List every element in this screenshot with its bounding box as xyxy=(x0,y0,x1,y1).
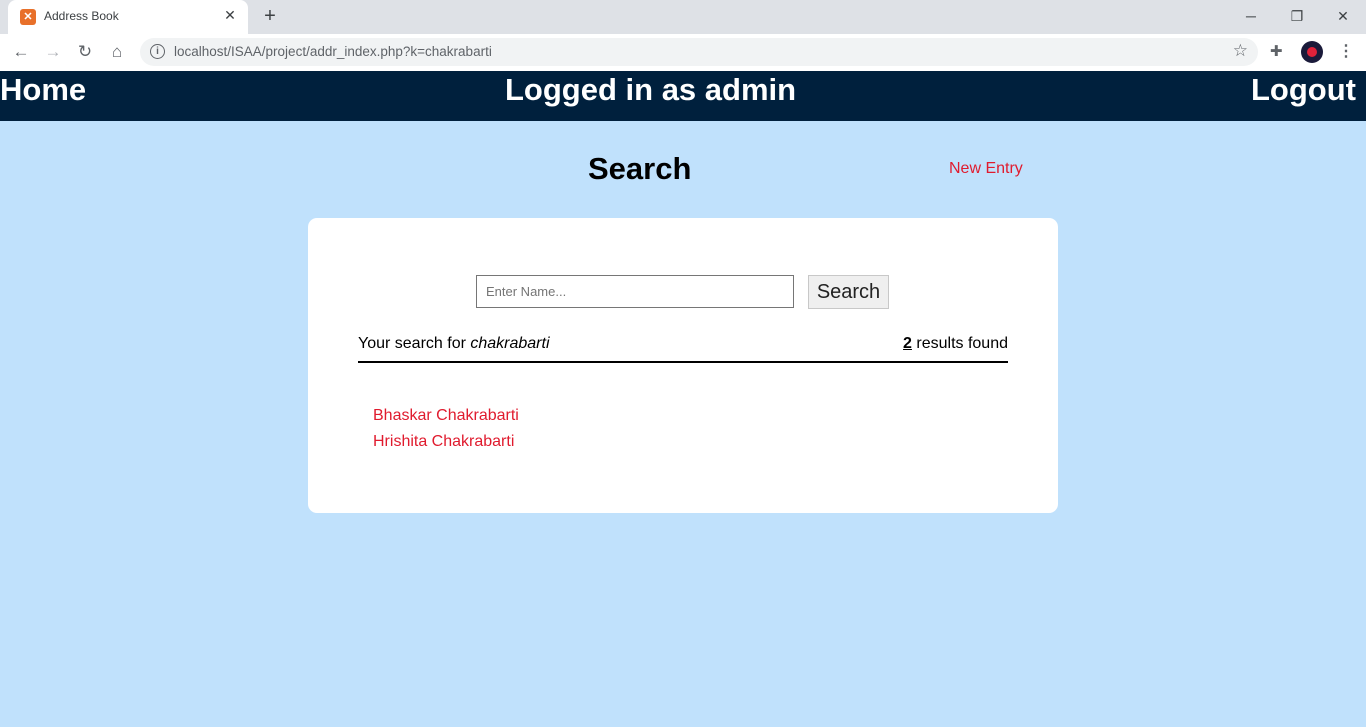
browser-menu-icon[interactable]: ⋮ xyxy=(1338,41,1354,61)
forward-icon[interactable]: → xyxy=(43,42,63,62)
site-navbar: Home Logged in as admin Logout xyxy=(0,71,1366,121)
browser-toolbar: ← → ↻ ⌂ i localhost/ISAA/project/addr_in… xyxy=(0,34,1366,71)
profile-avatar[interactable] xyxy=(1301,41,1323,63)
tab-title: Address Book xyxy=(44,9,119,23)
close-tab-icon[interactable]: ✕ xyxy=(222,7,238,23)
search-input[interactable] xyxy=(476,275,794,308)
page-title: Search xyxy=(588,151,692,186)
reload-icon[interactable]: ↻ xyxy=(75,42,95,62)
address-bar[interactable]: i localhost/ISAA/project/addr_index.php?… xyxy=(140,38,1258,66)
new-tab-icon[interactable]: + xyxy=(260,6,280,26)
results-count: 2 xyxy=(903,335,912,352)
result-link[interactable]: Hrishita Chakrabarti xyxy=(373,429,519,455)
browser-tab-bar: ✕ Address Book ✕ + ─ ❐ ✕ xyxy=(0,0,1366,34)
results-count-summary: 2 results found xyxy=(903,335,1008,353)
summary-prefix: Your search for xyxy=(358,335,471,352)
bookmark-star-icon[interactable]: ☆ xyxy=(1233,41,1248,61)
xampp-favicon-icon: ✕ xyxy=(20,9,36,25)
results-list: Bhaskar Chakrabarti Hrishita Chakrabarti xyxy=(373,403,519,455)
search-button[interactable]: Search xyxy=(808,275,889,309)
nav-home-link[interactable]: Home xyxy=(0,72,86,108)
new-entry-link[interactable]: New Entry xyxy=(949,160,1023,178)
minimize-icon[interactable]: ─ xyxy=(1241,6,1261,26)
search-summary: Your search for chakrabarti 2 results fo… xyxy=(358,333,1008,363)
home-icon[interactable]: ⌂ xyxy=(107,42,127,62)
results-suffix: results found xyxy=(911,335,1008,352)
close-window-icon[interactable]: ✕ xyxy=(1333,6,1353,26)
search-card: Search Your search for chakrabarti 2 res… xyxy=(308,218,1058,513)
logged-in-status: Logged in as admin xyxy=(505,72,797,107)
result-link[interactable]: Bhaskar Chakrabarti xyxy=(373,403,519,429)
search-query-term: chakrabarti xyxy=(470,335,550,352)
url-text[interactable]: localhost/ISAA/project/addr_index.php?k=… xyxy=(174,44,492,59)
extensions-puzzle-icon[interactable]: ✚ xyxy=(1270,42,1283,60)
browser-tab[interactable]: ✕ Address Book ✕ xyxy=(8,0,248,34)
back-icon[interactable]: ← xyxy=(11,42,31,62)
search-query-summary: Your search for chakrabarti xyxy=(358,335,550,353)
restore-icon[interactable]: ❐ xyxy=(1287,6,1307,26)
info-icon[interactable]: i xyxy=(150,44,165,59)
nav-logout-link[interactable]: Logout xyxy=(1251,72,1356,108)
